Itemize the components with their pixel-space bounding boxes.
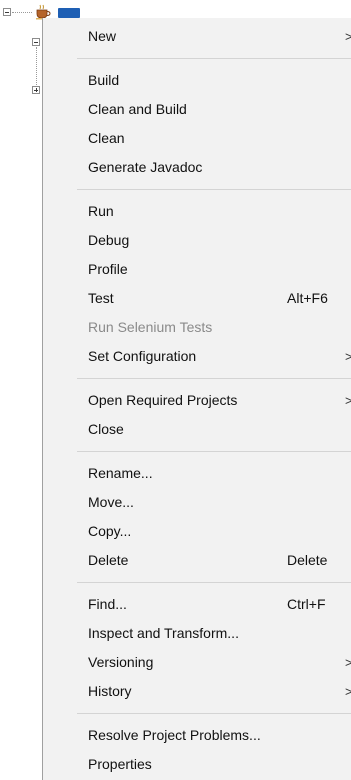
- menu-item-open-required-projects[interactable]: Open Required Projects >: [43, 386, 351, 415]
- menu-item-label: Generate Javadoc: [88, 159, 203, 175]
- menu-item-clean[interactable]: Clean: [43, 124, 351, 153]
- menu-item-label: Versioning: [88, 654, 154, 670]
- menu-separator: [77, 451, 351, 452]
- menu-separator: [77, 58, 351, 59]
- project-context-menu: New > Build Clean and Build Clean Generate Ja…: [42, 18, 351, 780]
- menu-group: Find... Ctrl+F Inspect and Transform... Ver…: [43, 586, 351, 710]
- submenu-arrow-icon: >: [345, 393, 351, 408]
- menu-item-run[interactable]: Run: [43, 197, 351, 226]
- menu-item-rename[interactable]: Rename...: [43, 459, 351, 488]
- menu-item-build[interactable]: Build: [43, 66, 351, 95]
- collapse-toggle-icon[interactable]: [3, 8, 11, 16]
- menu-item-label: Clean and Build: [88, 101, 187, 117]
- menu-item-label: Open Required Projects: [88, 392, 238, 408]
- menu-item-run-selenium-tests: Run Selenium Tests: [43, 313, 351, 342]
- menu-group: Rename... Move... Copy... Delete Delete: [43, 455, 351, 579]
- app-root: New > Build Clean and Build Clean Generate Ja…: [0, 0, 351, 780]
- menu-item-shortcut: Alt+F6: [287, 290, 328, 306]
- menu-item-copy[interactable]: Copy...: [43, 517, 351, 546]
- menu-separator: [77, 582, 351, 583]
- menu-item-new[interactable]: New >: [43, 22, 351, 51]
- menu-item-inspect-and-transform[interactable]: Inspect and Transform...: [43, 619, 351, 648]
- menu-separator: [77, 378, 351, 379]
- menu-item-label: New: [88, 28, 117, 44]
- menu-item-label: Inspect and Transform...: [88, 625, 239, 641]
- menu-item-label: Run: [88, 203, 114, 219]
- menu-item-label: Set Configuration: [88, 348, 197, 364]
- menu-item-properties[interactable]: Properties: [43, 750, 351, 779]
- menu-item-label: Delete: [88, 552, 129, 568]
- menu-item-label: Move...: [88, 494, 134, 510]
- menu-item-label: Run Selenium Tests: [88, 319, 213, 335]
- menu-separator: [77, 713, 351, 714]
- menu-separator: [77, 189, 351, 190]
- menu-item-debug[interactable]: Debug: [43, 226, 351, 255]
- collapse-toggle-icon[interactable]: [32, 38, 40, 46]
- menu-item-label: Close: [88, 421, 124, 437]
- menu-item-shortcut: Ctrl+F: [287, 596, 326, 612]
- menu-item-find[interactable]: Find... Ctrl+F: [43, 590, 351, 619]
- tree-connector: [36, 47, 37, 85]
- menu-item-history[interactable]: History >: [43, 677, 351, 706]
- menu-item-label: Rename...: [88, 465, 153, 481]
- menu-item-label: Clean: [88, 130, 125, 146]
- menu-group: Resolve Project Problems... Properties: [43, 717, 351, 780]
- selected-project-label[interactable]: [58, 8, 80, 18]
- menu-item-set-configuration[interactable]: Set Configuration >: [43, 342, 351, 371]
- menu-item-profile[interactable]: Profile: [43, 255, 351, 284]
- menu-item-label: Resolve Project Problems...: [88, 727, 261, 743]
- submenu-arrow-icon: >: [345, 655, 351, 670]
- menu-item-resolve-project-problems[interactable]: Resolve Project Problems...: [43, 721, 351, 750]
- menu-item-label: Debug: [88, 232, 130, 248]
- menu-item-versioning[interactable]: Versioning >: [43, 648, 351, 677]
- menu-item-clean-and-build[interactable]: Clean and Build: [43, 95, 351, 124]
- menu-item-label: Profile: [88, 261, 128, 277]
- menu-group: Open Required Projects > Close: [43, 382, 351, 448]
- menu-item-move[interactable]: Move...: [43, 488, 351, 517]
- menu-group: Build Clean and Build Clean Generate Javado…: [43, 62, 351, 186]
- menu-item-delete[interactable]: Delete Delete: [43, 546, 351, 575]
- menu-item-label: History: [88, 683, 132, 699]
- tree-connector: [12, 12, 32, 13]
- expand-toggle-icon[interactable]: [32, 86, 40, 94]
- submenu-arrow-icon: >: [345, 684, 351, 699]
- menu-group: Run Debug Profile Test Alt+F6 Run Selenium Te…: [43, 193, 351, 375]
- menu-item-label: Build: [88, 72, 120, 88]
- submenu-arrow-icon: >: [345, 349, 351, 364]
- menu-item-label: Test: [88, 290, 114, 306]
- menu-item-close[interactable]: Close: [43, 415, 351, 444]
- submenu-arrow-icon: >: [345, 29, 351, 44]
- menu-group: New >: [43, 18, 351, 55]
- menu-item-generate-javadoc[interactable]: Generate Javadoc: [43, 153, 351, 182]
- menu-item-label: Find...: [88, 596, 127, 612]
- menu-item-test[interactable]: Test Alt+F6: [43, 284, 351, 313]
- menu-item-label: Properties: [88, 756, 152, 772]
- menu-item-shortcut: Delete: [287, 552, 328, 568]
- menu-item-label: Copy...: [88, 523, 132, 539]
